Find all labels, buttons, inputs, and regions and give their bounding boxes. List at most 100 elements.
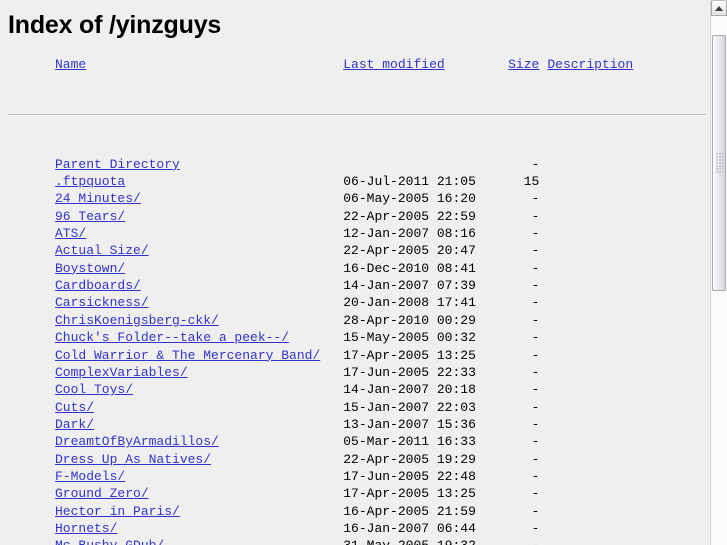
row-last-modified: 17-Apr-2005 13:25 bbox=[343, 347, 476, 363]
row-description bbox=[547, 433, 706, 450]
directory-entry-link[interactable]: 24 Minutes/ bbox=[55, 191, 141, 206]
row-last-modified: 06-Jul-2011 21:05 bbox=[343, 174, 476, 190]
table-row: Cold Warrior & The Mercenary Band/17-Apr… bbox=[8, 347, 706, 364]
row-description bbox=[547, 225, 706, 242]
row-size: - bbox=[491, 537, 547, 545]
directory-entry-link[interactable]: Hornets/ bbox=[55, 521, 117, 536]
directory-entry-link[interactable]: Cold Warrior & The Mercenary Band/ bbox=[55, 348, 320, 363]
grip-dots-icon bbox=[716, 153, 723, 173]
row-name-cell: ATS/ bbox=[8, 225, 343, 242]
table-row: DreamtOfByArmadillos/05-Mar-2011 16:33 - bbox=[8, 433, 706, 450]
row-size: - bbox=[531, 330, 540, 346]
row-description bbox=[547, 347, 706, 364]
table-row: ComplexVariables/17-Jun-2005 22:33 - bbox=[8, 364, 706, 381]
directory-entry-link[interactable]: ChrisKoenigsberg-ckk/ bbox=[55, 313, 219, 328]
directory-entry-link[interactable]: Cardboards/ bbox=[55, 278, 141, 293]
column-header-description-cell: Description bbox=[547, 56, 706, 75]
directory-entry-link[interactable]: Boystown/ bbox=[55, 261, 125, 276]
row-name-cell: DreamtOfByArmadillos/ bbox=[8, 433, 343, 450]
row-size: - bbox=[531, 364, 540, 380]
row-size: - bbox=[531, 191, 540, 207]
directory-entry-link[interactable]: ComplexVariables/ bbox=[55, 365, 188, 380]
directory-entry-link[interactable]: Actual Size/ bbox=[55, 243, 149, 258]
row-description bbox=[547, 294, 706, 311]
row-name-cell: Cold Warrior & The Mercenary Band/ bbox=[8, 347, 343, 364]
scrollbar-track[interactable] bbox=[711, 16, 727, 545]
directory-entry-link[interactable]: Hector in Paris/ bbox=[55, 504, 180, 519]
row-last-modified: 12-Jan-2007 08:16 bbox=[343, 226, 476, 242]
row-last-modified: 17-Jun-2005 22:48 bbox=[343, 468, 476, 484]
row-name-cell: ChrisKoenigsberg-ckk/ bbox=[8, 312, 343, 329]
row-description bbox=[547, 520, 706, 537]
directory-entry-link[interactable]: Carsickness/ bbox=[55, 295, 149, 310]
table-row: Dark/13-Jan-2007 15:36 - bbox=[8, 416, 706, 433]
row-last-modified bbox=[343, 156, 491, 173]
directory-entry-link[interactable]: Dark/ bbox=[55, 417, 94, 432]
directory-entry-link[interactable]: Chuck's Folder--take a peek--/ bbox=[55, 330, 289, 345]
row-size: - bbox=[531, 312, 540, 328]
table-row: Ground Zero/17-Apr-2005 13:25 - bbox=[8, 485, 706, 502]
row-last-modified: 22-Apr-2005 19:29 bbox=[343, 451, 476, 467]
directory-entry-link[interactable]: 96 Tears/ bbox=[55, 209, 125, 224]
directory-entry-link[interactable]: Cuts/ bbox=[55, 400, 94, 415]
triangle-up-icon bbox=[715, 6, 723, 11]
directory-entry-link[interactable]: Ground Zero/ bbox=[55, 486, 149, 501]
row-last-modified: 14-Jan-2007 07:39 bbox=[343, 278, 476, 294]
row-last-modified: 16-Apr-2005 21:59 bbox=[343, 503, 476, 519]
row-name-cell: Cool Toys/ bbox=[8, 381, 343, 398]
vertical-scrollbar[interactable] bbox=[710, 0, 727, 545]
table-row: Cuts/15-Jan-2007 22:03 - bbox=[8, 399, 706, 416]
row-last-modified: 06-May-2005 16:20 bbox=[343, 191, 476, 207]
row-name-cell: Hornets/ bbox=[8, 520, 343, 537]
row-name-cell: Hector in Paris/ bbox=[8, 503, 343, 520]
row-description bbox=[547, 260, 706, 277]
row-last-modified: 31-May-2005 19:32 bbox=[343, 537, 491, 545]
row-last-modified: 05-Mar-2011 16:33 bbox=[343, 434, 476, 450]
scrollbar-thumb[interactable] bbox=[712, 35, 726, 291]
column-header-modified-cell: Last modified bbox=[343, 56, 491, 75]
row-size: - bbox=[531, 208, 540, 224]
directory-entry-link[interactable]: Cool Toys/ bbox=[55, 382, 133, 397]
directory-entry-link[interactable]: .ftpquota bbox=[55, 174, 125, 189]
row-size: - bbox=[531, 278, 540, 294]
row-description bbox=[547, 503, 706, 520]
scroll-up-button[interactable] bbox=[711, 0, 727, 16]
row-size: - bbox=[531, 399, 540, 415]
table-row: Carsickness/20-Jan-2008 17:41 - bbox=[8, 294, 706, 311]
row-last-modified: 13-Jan-2007 15:36 bbox=[343, 416, 476, 432]
row-description bbox=[547, 381, 706, 398]
column-header-size[interactable]: Size bbox=[508, 57, 539, 72]
row-name-cell: Actual Size/ bbox=[8, 242, 343, 259]
row-size: - bbox=[531, 156, 540, 172]
row-last-modified: 15-Jan-2007 22:03 bbox=[343, 399, 476, 415]
row-last-modified: 28-Apr-2010 00:29 bbox=[343, 312, 476, 328]
directory-index-table: Name Last modified Size Description Pare… bbox=[8, 56, 706, 545]
row-last-modified: 14-Jan-2007 20:18 bbox=[343, 382, 476, 398]
table-row: .ftpquota 06-Jul-2011 21:05 15 bbox=[8, 173, 706, 190]
row-name-cell: 96 Tears/ bbox=[8, 208, 343, 225]
row-last-modified: 20-Jan-2008 17:41 bbox=[343, 295, 476, 311]
directory-entry-link[interactable]: DreamtOfByArmadillos/ bbox=[55, 434, 219, 449]
row-size: - bbox=[531, 416, 540, 432]
directory-entry-link[interactable]: F-Models/ bbox=[55, 469, 125, 484]
page-viewport: Index of /yinzguys Name Last modified Si… bbox=[0, 0, 710, 545]
row-size: - bbox=[531, 295, 540, 311]
directory-entry-link[interactable]: Dress Up As Natives/ bbox=[55, 452, 211, 467]
row-description bbox=[547, 468, 706, 485]
directory-entry-link[interactable]: Parent Directory bbox=[55, 157, 180, 172]
row-name-cell: Mc Bushy GDub/ bbox=[8, 537, 343, 545]
header-separator-cell bbox=[8, 75, 706, 155]
row-name-cell: Boystown/ bbox=[8, 260, 343, 277]
row-size: - bbox=[531, 486, 540, 502]
directory-entry-link[interactable]: ATS/ bbox=[55, 226, 86, 241]
row-size: - bbox=[531, 468, 540, 484]
column-header-last-modified[interactable]: Last modified bbox=[343, 57, 444, 72]
directory-entry-link[interactable]: Mc Bushy GDub/ bbox=[55, 538, 164, 545]
table-row: Hector in Paris/16-Apr-2005 21:59 - bbox=[8, 503, 706, 520]
row-description bbox=[547, 537, 706, 545]
table-row: Boystown/16-Dec-2010 08:41 - bbox=[8, 260, 706, 277]
column-header-description[interactable]: Description bbox=[547, 57, 633, 72]
page-title: Index of /yinzguys bbox=[8, 11, 222, 39]
column-header-name[interactable]: Name bbox=[55, 57, 86, 72]
row-size: - bbox=[531, 347, 540, 363]
